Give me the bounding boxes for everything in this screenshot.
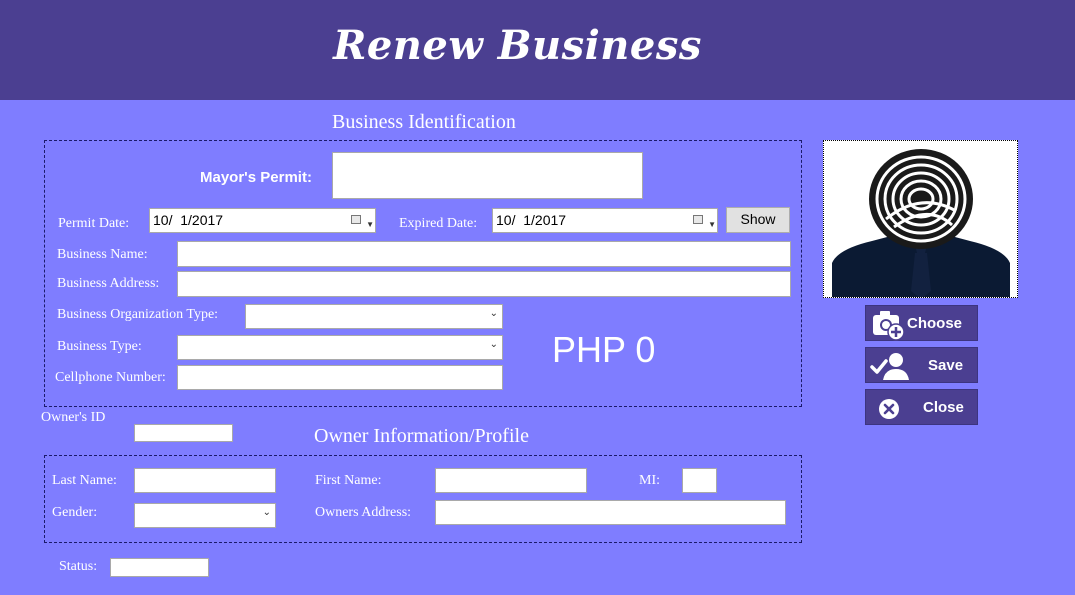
mi-label: MI: <box>639 473 660 488</box>
business-section-title: Business Identification <box>332 111 516 133</box>
org-type-label: Business Organization Type: <box>57 307 219 322</box>
calendar-icon <box>693 215 703 224</box>
user-check-icon <box>870 353 909 380</box>
calendar-icon <box>351 215 361 224</box>
close-circle-icon <box>879 399 899 419</box>
chevron-down-icon: ⌄ <box>262 507 271 518</box>
owners-address-label: Owners Address: <box>315 505 412 520</box>
expired-date-value: 10/ 1/2017 <box>496 212 567 228</box>
business-name-label: Business Name: <box>57 247 148 262</box>
gender-select[interactable]: ⌄ <box>134 503 276 528</box>
owners-address-input[interactable] <box>435 500 786 525</box>
permit-date-picker[interactable]: 10/ 1/2017 ▼ <box>149 208 376 233</box>
owner-id-label: Owner's ID <box>41 410 106 425</box>
dropdown-arrow-icon: ▼ <box>708 220 716 229</box>
business-type-select[interactable]: ⌄ <box>177 335 503 360</box>
dropdown-arrow-icon: ▼ <box>366 220 374 229</box>
owner-id-input[interactable] <box>134 424 233 442</box>
owner-section-title: Owner Information/Profile <box>314 425 529 447</box>
mayors-permit-label: Mayor's Permit: <box>200 169 312 186</box>
fingerprint-avatar-icon <box>824 141 1017 297</box>
gender-label: Gender: <box>52 505 98 520</box>
status-label: Status: <box>59 559 98 574</box>
choose-button[interactable]: Choose <box>865 305 978 341</box>
chevron-down-icon: ⌄ <box>489 339 498 350</box>
first-name-input[interactable] <box>435 468 587 493</box>
permit-date-value: 10/ 1/2017 <box>153 212 224 228</box>
amount-display: PHP 0 <box>552 329 656 370</box>
camera-plus-icon <box>873 311 905 341</box>
mi-input[interactable] <box>682 468 717 493</box>
business-type-label: Business Type: <box>57 339 142 354</box>
save-label: Save <box>928 357 964 374</box>
first-name-label: First Name: <box>315 473 382 488</box>
business-address-input[interactable] <box>177 271 791 297</box>
last-name-input[interactable] <box>134 468 276 493</box>
chevron-down-icon: ⌄ <box>489 308 498 319</box>
business-name-input[interactable] <box>177 241 791 267</box>
page-title: Renew Business <box>333 22 702 69</box>
close-button[interactable]: Close <box>865 389 978 425</box>
show-button[interactable]: Show <box>726 207 790 233</box>
save-button[interactable]: Save <box>865 347 978 383</box>
permit-date-label: Permit Date: <box>58 216 130 231</box>
owner-photo[interactable] <box>823 140 1018 298</box>
expired-date-label: Expired Date: <box>399 216 478 231</box>
expired-date-picker[interactable]: 10/ 1/2017 ▼ <box>492 208 718 233</box>
status-input[interactable] <box>110 558 209 577</box>
close-label: Close <box>923 399 964 416</box>
choose-label: Choose <box>907 315 963 332</box>
cellphone-label: Cellphone Number: <box>55 370 166 385</box>
last-name-label: Last Name: <box>52 473 117 488</box>
org-type-select[interactable]: ⌄ <box>245 304 503 329</box>
business-address-label: Business Address: <box>57 276 160 291</box>
cellphone-input[interactable] <box>177 365 503 390</box>
mayors-permit-input[interactable] <box>332 152 643 199</box>
